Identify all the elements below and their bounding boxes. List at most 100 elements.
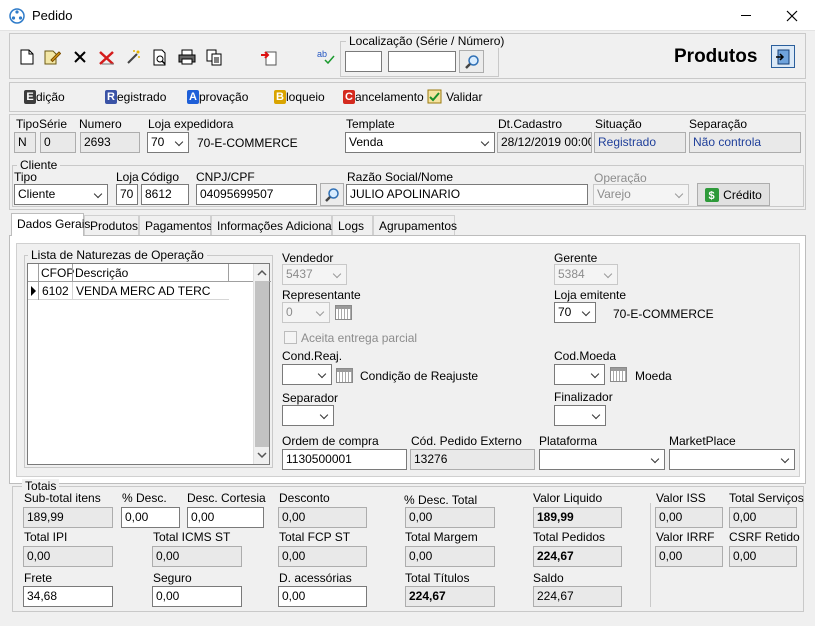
operacao-label: Operação — [594, 171, 647, 185]
tab-logs[interactable]: Logs — [332, 215, 373, 235]
representante-label: Representante — [282, 288, 361, 302]
pdesc-label: % Desc. — [122, 491, 167, 505]
grid-col-cfop[interactable]: CFOP — [41, 266, 74, 280]
tab-dados-gerais[interactable]: Dados Gerais — [11, 213, 90, 236]
cliente-codigo-input[interactable]: 8612 — [141, 184, 189, 205]
pedido-externo-label: Cód. Pedido Externo — [411, 434, 522, 448]
action-label: loqueio — [286, 90, 325, 104]
frete-label: Frete — [24, 571, 53, 585]
cond-reaj-calendar-icon[interactable] — [336, 368, 353, 383]
action-edicao[interactable]: Edição — [24, 89, 105, 105]
pedido-externo-field: 13276 — [410, 449, 535, 470]
window-title: Pedido — [32, 8, 73, 23]
total-margem-field: 0,00 — [405, 546, 495, 567]
valor-irrf-label: Valor IRRF — [656, 530, 715, 544]
cnpj-input[interactable]: 04095699507 — [196, 184, 317, 205]
seguro-input[interactable]: 0,00 — [152, 586, 242, 607]
razao-social-input[interactable]: JULIO APOLINARIO — [346, 184, 588, 205]
finalizador-select[interactable] — [554, 405, 606, 426]
copy-icon[interactable] — [203, 46, 225, 68]
action-registrado[interactable]: Registrado — [105, 89, 187, 105]
cell-divider — [72, 282, 73, 300]
preview-icon[interactable] — [149, 46, 171, 68]
pdesc-total-field: 0,00 — [405, 507, 495, 528]
grid-col-descricao[interactable]: Descrição — [75, 266, 128, 280]
situacao-field: Registrado — [594, 132, 686, 153]
template-select[interactable]: Venda — [345, 132, 495, 153]
wand-icon[interactable] — [122, 46, 144, 68]
total-servicos-field: 0,00 — [729, 507, 797, 528]
vendedor-label: Vendedor — [282, 251, 334, 265]
plataforma-select[interactable] — [539, 449, 665, 470]
scrollbar-thumb[interactable] — [255, 281, 269, 447]
cond-reaj-select[interactable] — [282, 364, 332, 385]
marketplace-select[interactable] — [669, 449, 795, 470]
exit-button[interactable] — [771, 45, 795, 68]
validar-action[interactable]: Validar — [427, 89, 482, 104]
minimize-icon[interactable] — [741, 15, 751, 16]
valor-liquido-label: Valor Liquido — [533, 491, 603, 505]
print-icon[interactable] — [176, 46, 198, 68]
total-ipi-field: 0,00 — [23, 546, 113, 567]
aceita-entrega-label: Aceita entrega parcial — [301, 331, 418, 345]
localizacao-label: Localização (Série / Número) — [346, 34, 508, 48]
total-pedidos-field: 224,67 — [533, 546, 622, 567]
new-document-icon[interactable] — [16, 46, 38, 68]
localizacao-search-button[interactable] — [459, 50, 484, 73]
scroll-up-icon[interactable] — [257, 268, 267, 276]
marketplace-label: MarketPlace — [669, 434, 736, 448]
cond-reaj-label: Cond.Reaj. — [282, 349, 343, 363]
loja-emitente-select[interactable]: 70 — [554, 302, 596, 323]
cancel-x-icon[interactable] — [96, 47, 118, 69]
tab-produtos[interactable]: Produtos — [84, 215, 139, 235]
edit-document-icon[interactable] — [41, 46, 63, 68]
tab-agrupamentos[interactable]: Agrupamentos — [373, 215, 457, 235]
close-icon[interactable] — [776, 4, 808, 28]
desp-acessorias-input[interactable]: 0,00 — [278, 586, 367, 607]
cliente-loja-input[interactable]: 70 — [116, 184, 138, 205]
dollar-icon: $ — [705, 187, 720, 202]
cliente-search-button[interactable] — [320, 183, 344, 206]
search-icon — [325, 187, 339, 202]
grid-scrollbar[interactable] — [253, 264, 269, 464]
action-cancelamento[interactable]: Cancelamento — [343, 89, 427, 105]
produtos-heading: Produtos — [674, 46, 758, 67]
total-pedidos-label: Total Pedidos — [533, 530, 606, 544]
credito-button[interactable]: $ Crédito — [697, 183, 770, 206]
ordem-compra-input[interactable]: 1130500001 — [282, 449, 407, 470]
tab-pagamentos[interactable]: Pagamentos — [139, 215, 212, 235]
table-row[interactable]: 6102 VENDA MERC AD TERC — [28, 282, 229, 300]
tab-informacoes-adicionais[interactable]: Informações Adicionais — [211, 215, 340, 235]
desc-cortesia-input[interactable]: 0,00 — [187, 507, 264, 528]
action-bloqueio[interactable]: Bloqueio — [274, 89, 343, 105]
subtotal-label: Sub-total itens — [24, 491, 101, 505]
cod-moeda-select[interactable] — [554, 364, 605, 385]
action-aprovacao[interactable]: Aprovação — [187, 89, 274, 105]
credito-label: Crédito — [723, 187, 762, 202]
cliente-tipo-select[interactable]: Cliente — [14, 184, 108, 205]
svg-text:$: $ — [709, 190, 715, 202]
total-fcp-field: 0,00 — [278, 546, 367, 567]
frete-input[interactable]: 34,68 — [23, 586, 113, 607]
cliente-tipo-label: Tipo — [14, 170, 37, 184]
template-label: Template — [346, 117, 395, 131]
spellcheck-icon[interactable]: ab — [315, 45, 337, 67]
separacao-field: Não controla — [689, 132, 801, 153]
delete-icon[interactable] — [69, 46, 91, 68]
separador-select[interactable] — [282, 405, 334, 426]
action-label: provação — [199, 90, 249, 104]
plataforma-label: Plataforma — [539, 434, 598, 448]
import-icon[interactable] — [258, 46, 280, 68]
tipo-label: Tipo — [16, 117, 39, 131]
pdesc-input[interactable]: 0,00 — [121, 507, 180, 528]
localizacao-numero-input[interactable] — [388, 51, 456, 72]
operacao-select: Varejo — [593, 184, 689, 205]
naturezas-group-label: Lista de Naturezas de Operação — [28, 248, 207, 262]
scroll-down-icon[interactable] — [257, 452, 267, 460]
cod-moeda-calendar-icon[interactable] — [610, 367, 627, 382]
validate-check-icon — [427, 89, 442, 104]
localizacao-serie-input[interactable] — [345, 51, 382, 72]
loja-expedidora-select[interactable]: 70 — [147, 132, 189, 153]
valor-irrf-field: 0,00 — [655, 546, 723, 567]
saldo-label: Saldo — [533, 571, 564, 585]
